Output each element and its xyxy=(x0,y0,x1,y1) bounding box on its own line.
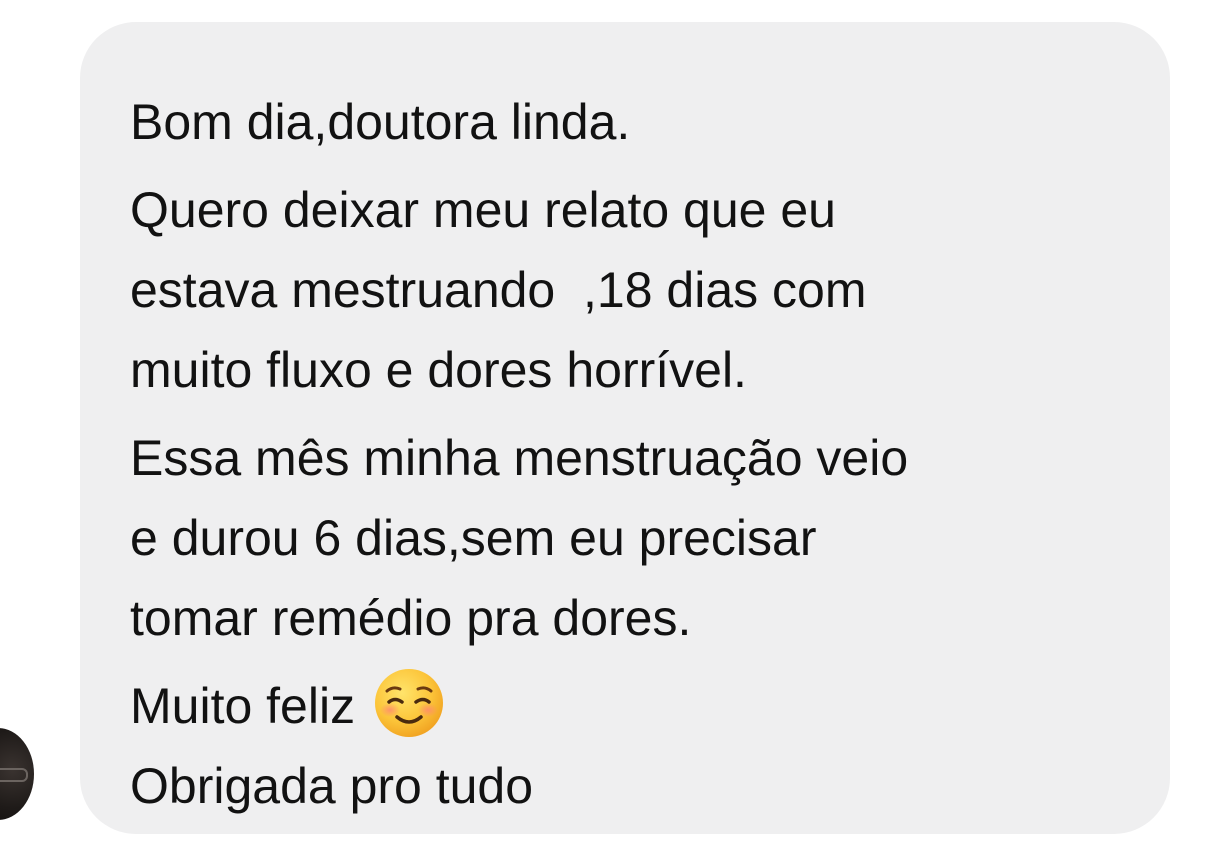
smiling-face-with-blush-icon xyxy=(375,669,444,737)
sender-avatar[interactable] xyxy=(0,728,34,820)
message-bubble[interactable]: Bom dia,doutora linda. Quero deixar meu … xyxy=(80,22,1170,834)
message-line-8: Muito feliz xyxy=(130,666,1140,746)
message-line-2: Quero deixar meu relato que eu xyxy=(130,182,836,238)
message-line-3: estava mestruando ,18 dias com xyxy=(130,262,867,318)
message-line-6: e durou 6 dias,sem eu precisar xyxy=(130,510,817,566)
message-line-8-text: Muito feliz xyxy=(130,678,356,734)
message-line-9: Obrigada pro tudo xyxy=(130,758,534,814)
message-line-7: tomar remédio pra dores. xyxy=(130,590,692,646)
message-line-4: muito fluxo e dores horrível. xyxy=(130,342,747,398)
message-line-greeting: Bom dia,doutora linda. xyxy=(130,94,631,150)
message-line-5: Essa mês minha menstruação veio xyxy=(130,430,909,486)
avatar-photo-detail xyxy=(0,768,28,782)
